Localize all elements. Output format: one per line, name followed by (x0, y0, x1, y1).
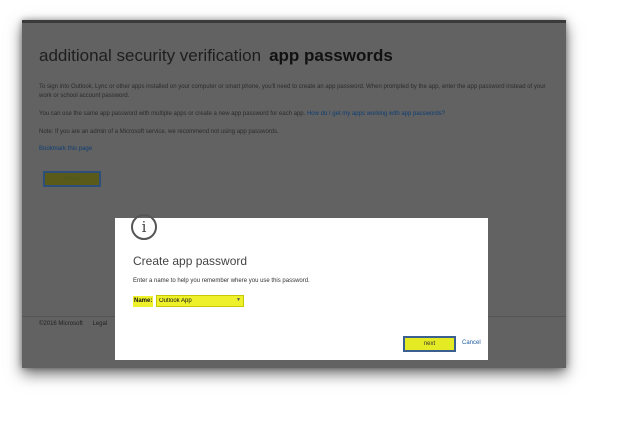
help-link[interactable]: How do I get my apps working with app pa… (307, 111, 445, 117)
multiple-apps-paragraph: You can use the same app password with m… (39, 110, 551, 119)
admin-note: Note: If you are an admin of a Microsoft… (39, 129, 279, 135)
cancel-link[interactable]: Cancel (462, 340, 481, 346)
dialog-description: Enter a name to help you remember where … (133, 278, 310, 284)
next-button[interactable]: next (403, 336, 456, 352)
footer: ©2016 Microsoft Legal (39, 321, 115, 327)
name-label: Name: (133, 296, 154, 307)
create-button[interactable]: create (43, 171, 101, 187)
page-title-sub: app passwords (269, 46, 393, 65)
copyright-text: ©2016 Microsoft (39, 321, 83, 327)
info-icon: i (131, 214, 157, 240)
create-app-password-dialog: i Create app password Enter a name to he… (115, 214, 488, 360)
page-title: additional security verification app pass… (39, 46, 393, 66)
bookmark-link[interactable]: Bookmark this page (39, 146, 92, 152)
top-bar (22, 20, 566, 23)
name-input[interactable] (156, 295, 244, 307)
legal-link[interactable]: Legal (92, 321, 107, 327)
dialog-title: Create app password (133, 254, 248, 268)
multiple-apps-text: You can use the same app password with m… (39, 111, 306, 117)
chevron-down-icon: ▼ (236, 297, 241, 303)
intro-paragraph: To sign into Outlook, Lync or other apps… (39, 84, 546, 99)
page-title-main: additional security verification (39, 46, 262, 65)
